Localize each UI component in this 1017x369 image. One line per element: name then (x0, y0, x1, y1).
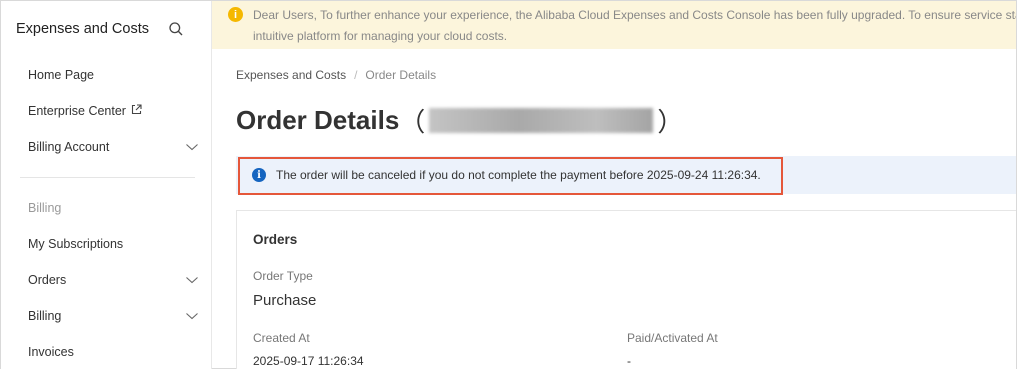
sidebar-item-my-subscriptions[interactable]: My Subscriptions (1, 226, 211, 262)
open-paren: （ (399, 107, 426, 137)
external-link-icon (131, 104, 142, 118)
upgrade-notice-bar: i Dear Users, To further enhance your ex… (212, 1, 1016, 49)
created-at-field: Created At 2025-09-17 11:26:34 (253, 331, 627, 368)
sidebar-item-label: Enterprise Center (28, 104, 126, 118)
created-at-label: Created At (253, 331, 310, 345)
sidebar-title: Expenses and Costs (16, 21, 149, 37)
sidebar-item-invoices[interactable]: Invoices (1, 334, 211, 369)
chevron-down-icon (185, 309, 199, 323)
breadcrumb-separator: / (354, 68, 358, 82)
sidebar-item-label: Invoices (28, 345, 74, 359)
page-title-text: Order Details (236, 105, 400, 135)
payment-deadline-alert: i The order will be canceled if you do n… (236, 156, 1016, 194)
redacted-order-id (429, 108, 654, 133)
breadcrumb-link-expenses-and-costs[interactable]: Expenses and Costs (236, 68, 346, 82)
order-dates-row: Created At 2025-09-17 11:26:34 Paid/Acti… (253, 331, 1001, 368)
paid-activated-label: Paid/Activated At (627, 331, 718, 345)
sidebar-item-orders[interactable]: Orders (1, 262, 211, 298)
sidebar: Expenses and Costs Home Page Enterprise … (1, 1, 212, 369)
chevron-down-icon (185, 140, 199, 154)
upgrade-notice-text: Dear Users, To further enhance your expe… (253, 5, 1016, 47)
sidebar-header: Expenses and Costs (1, 1, 211, 57)
sidebar-item-label: Orders (28, 273, 67, 287)
breadcrumb: Expenses and Costs / Order Details (236, 68, 1016, 82)
sidebar-item-billing-account[interactable]: Billing Account (1, 129, 211, 165)
paid-activated-field: Paid/Activated At - (627, 331, 1001, 368)
sidebar-divider (20, 177, 195, 178)
sidebar-item-label: My Subscriptions (28, 237, 124, 251)
orders-card: Orders Order Type Purchase Created At 20… (236, 210, 1016, 369)
sidebar-item-enterprise-center[interactable]: Enterprise Center (1, 93, 211, 129)
chevron-down-icon (185, 273, 199, 287)
sidebar-item-label: Billing Account (28, 140, 110, 154)
paid-activated-value: - (627, 354, 631, 368)
sidebar-item-label: Billing (28, 309, 62, 323)
payment-deadline-message: The order will be canceled if you do not… (276, 168, 761, 182)
page-title: Order Details （ ） (236, 102, 1016, 139)
sidebar-item-home-page[interactable]: Home Page (1, 57, 211, 93)
main-content: i Dear Users, To further enhance your ex… (212, 1, 1016, 369)
notice-line-2: intuitive platform for managing your clo… (253, 29, 508, 43)
orders-card-title: Orders (253, 232, 298, 247)
search-icon[interactable] (168, 21, 184, 37)
sidebar-item-billing[interactable]: Billing (1, 298, 211, 334)
close-paren: ） (657, 107, 684, 137)
breadcrumb-current: Order Details (365, 68, 437, 82)
warning-info-icon: i (228, 7, 243, 22)
notice-line-1: Dear Users, To further enhance your expe… (253, 8, 1016, 22)
created-at-value: 2025-09-17 11:26:34 (253, 354, 364, 368)
sidebar-item-label: Home Page (28, 68, 95, 82)
order-type-label: Order Type (253, 269, 313, 283)
info-icon: i (252, 168, 266, 182)
order-type-value: Purchase (253, 292, 317, 309)
sidebar-group-billing: Billing (28, 201, 62, 215)
